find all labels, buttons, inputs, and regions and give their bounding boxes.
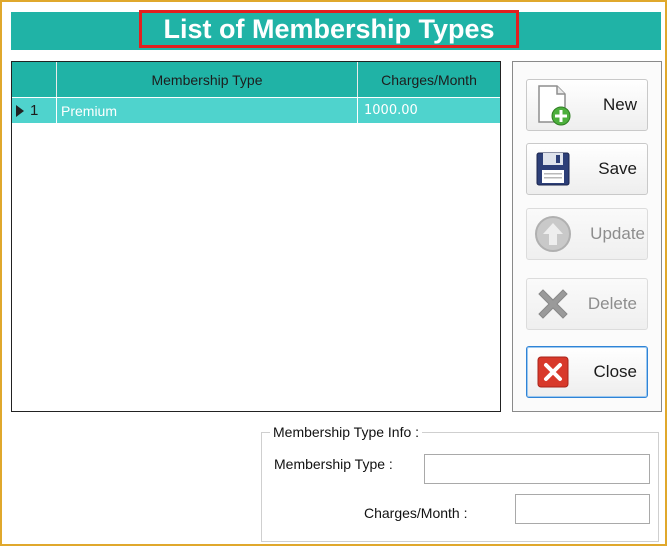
delete-button-label: Delete <box>587 294 637 313</box>
charges-label: Charges/Month : <box>364 505 468 521</box>
save-button-label: Save <box>598 159 637 178</box>
cell-charges[interactable]: 1000.00 <box>358 98 500 123</box>
update-button[interactable]: Update <box>526 208 648 260</box>
window-frame: List of Membership Types Membership Type… <box>0 0 667 546</box>
page-title: List of Membership Types <box>139 10 519 48</box>
cell-membership-type[interactable]: Premium <box>57 98 358 123</box>
row-selector-header <box>12 62 57 97</box>
row-selector[interactable]: 1 <box>12 98 57 123</box>
membership-types-grid[interactable]: Membership Type Charges/Month 1 Premium … <box>11 61 501 412</box>
up-arrow-icon <box>531 212 575 256</box>
floppy-disk-icon <box>531 147 575 191</box>
membership-type-info-group: Membership Type Info : Membership Type :… <box>261 424 659 542</box>
column-header-charges[interactable]: Charges/Month <box>358 62 500 97</box>
save-button[interactable]: Save <box>526 143 648 195</box>
delete-x-icon <box>531 282 575 326</box>
membership-type-input[interactable] <box>424 454 650 484</box>
close-button[interactable]: Close <box>526 346 648 398</box>
current-row-arrow-icon <box>16 104 24 117</box>
title-bar: List of Membership Types <box>11 10 661 50</box>
close-button-label: Close <box>593 362 637 381</box>
new-button-label: New <box>602 95 637 114</box>
button-panel: New Save Update Delete Close <box>512 61 662 412</box>
delete-button[interactable]: Delete <box>526 278 648 330</box>
close-icon <box>531 350 575 394</box>
grid-header: Membership Type Charges/Month <box>12 62 500 97</box>
update-button-label: Update <box>590 224 645 243</box>
row-index: 1 <box>30 102 39 119</box>
group-legend: Membership Type Info : <box>270 424 423 440</box>
new-button[interactable]: New <box>526 79 648 131</box>
new-document-icon <box>531 83 575 127</box>
column-header-membership-type[interactable]: Membership Type <box>57 62 358 97</box>
membership-type-label: Membership Type : <box>274 456 393 472</box>
table-row[interactable]: 1 Premium 1000.00 <box>12 98 500 123</box>
charges-input[interactable] <box>515 494 650 524</box>
